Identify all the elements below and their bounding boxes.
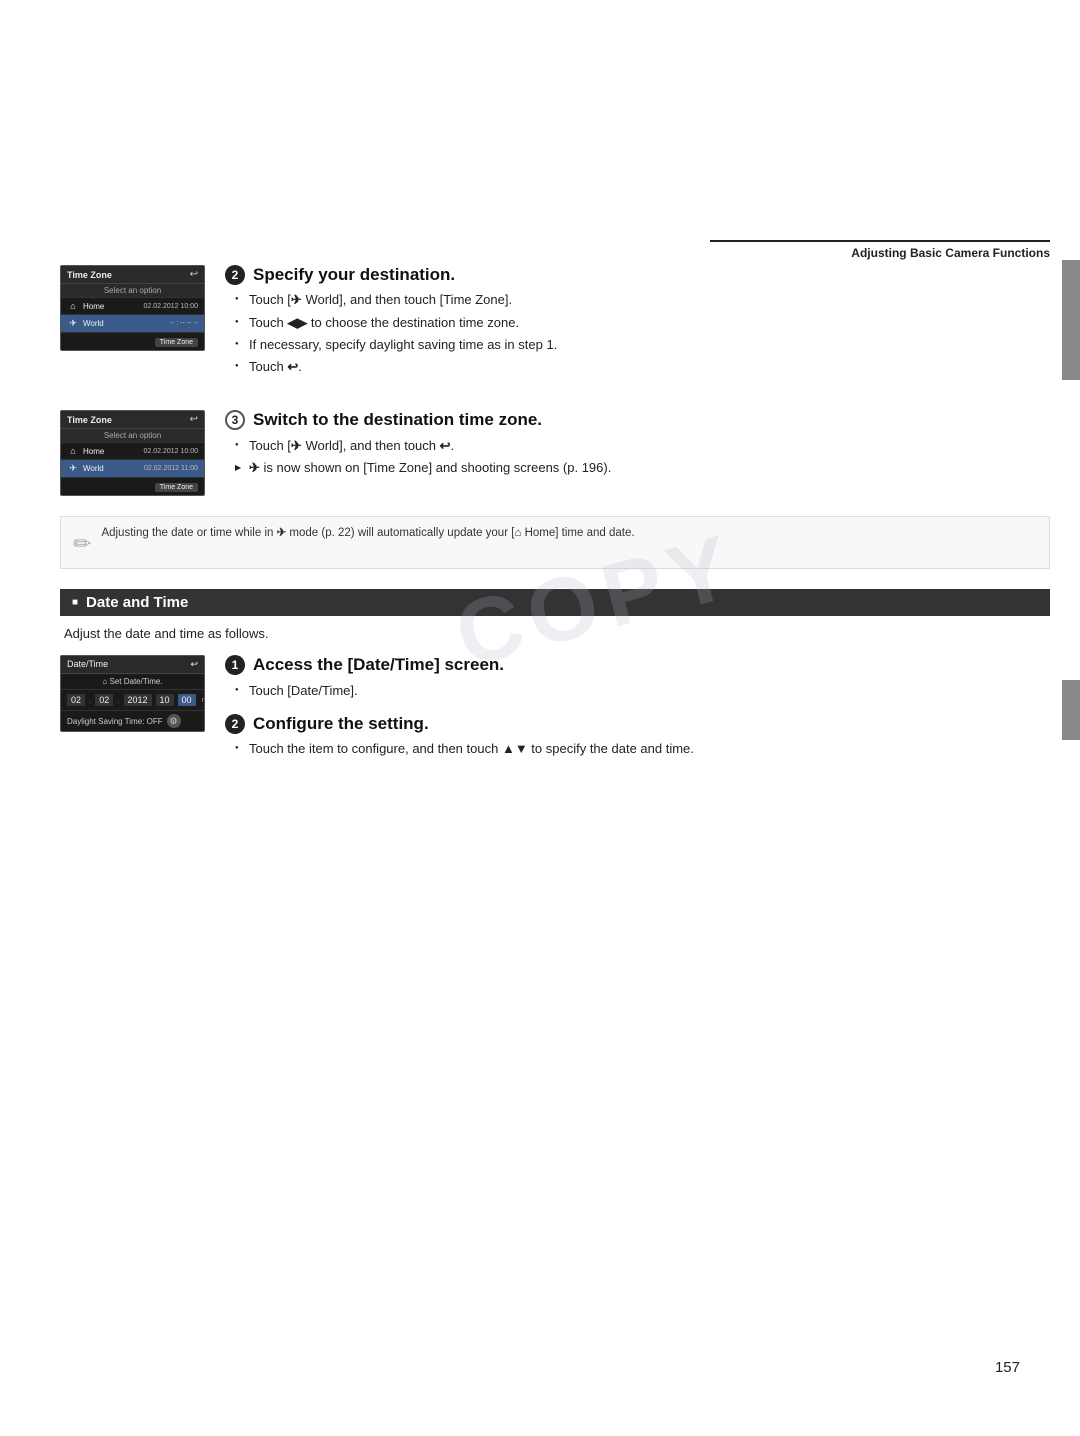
datetime-step1-number: 1	[225, 655, 245, 675]
datetime-step1-title: Access the [Date/Time] screen.	[253, 655, 504, 675]
cam-ui-2-btn: Time Zone	[155, 338, 198, 347]
right-tab-top	[1062, 260, 1080, 380]
dt-set-row: ⌂ Set Date/Time.	[61, 674, 204, 690]
cam-ui-3-btn: Time Zone	[155, 483, 198, 492]
cam-ui-2-row-world: ✈ World -- : -- -- --	[61, 315, 204, 333]
datetime-step1: 1 Access the [Date/Time] screen. Touch […	[225, 655, 1050, 700]
datetime-step2-heading: 2 Configure the setting.	[225, 714, 1050, 734]
cam-ui-3-back: ↩	[190, 414, 198, 425]
note-pencil-icon: ✏	[73, 527, 91, 560]
step2-instructions: 2 Specify your destination. Touch [✈ Wor…	[225, 265, 1050, 380]
cam-ui-3-row-home: ⌂ Home 02.02.2012 10:00	[61, 443, 204, 460]
note-box: ✏ Adjusting the date or time while in ✈ …	[60, 516, 1050, 569]
right-tab-bottom	[1062, 680, 1080, 740]
dt-title: Date/Time	[67, 659, 108, 670]
step2-bullet-3: If necessary, specify daylight saving ti…	[235, 336, 1050, 354]
dt-saving-icon: ⚙	[167, 714, 181, 728]
step2-title: Specify your destination.	[253, 265, 455, 285]
datetime-step2-bullets: Touch the item to configure, and then to…	[235, 740, 1050, 758]
note-text: Adjusting the date or time while in ✈ mo…	[101, 525, 634, 560]
screenshot-box-2: Time Zone ↩ Select an option ⌂ Home 02.0…	[60, 265, 205, 380]
step3-number: 3	[225, 410, 245, 430]
step2-bullet-2: Touch ◀▶ to choose the destination time …	[235, 314, 1050, 332]
cam-ui-2-title: Time Zone	[67, 270, 112, 280]
date-time-section: ■ Date and Time Adjust the date and time…	[60, 589, 1050, 762]
datetime-step2-number: 2	[225, 714, 245, 734]
section-specify-destination: Time Zone ↩ Select an option ⌂ Home 02.0…	[60, 265, 1050, 380]
step2-bullet-4: Touch ↩.	[235, 358, 1050, 376]
cam-ui-2: Time Zone ↩ Select an option ⌂ Home 02.0…	[60, 265, 205, 351]
step2-heading-row: 2 Specify your destination.	[225, 265, 1050, 285]
step3-bullet-2: ✈ is now shown on [Time Zone] and shooti…	[235, 459, 1050, 477]
dt-back-icon: ↩	[190, 659, 198, 670]
step2-number: 2	[225, 265, 245, 285]
step2-bullets: Touch [✈ World], and then touch [Time Zo…	[235, 291, 1050, 376]
dt-year: 2012	[124, 694, 152, 706]
cam-ui-2-row-home: ⌂ Home 02.02.2012 10:00	[61, 298, 204, 315]
datetime-step2-title: Configure the setting.	[253, 714, 429, 734]
section-switch-timezone: Time Zone ↩ Select an option ⌂ Home 02.0…	[60, 410, 1050, 496]
cam-ui-2-footer: Time Zone	[61, 333, 204, 350]
datetime-step1-heading: 1 Access the [Date/Time] screen.	[225, 655, 1050, 675]
datetime-step1-bullets: Touch [Date/Time].	[235, 682, 1050, 700]
page-number: 157	[995, 1359, 1020, 1376]
step3-bullet-1: Touch [✈ World], and then touch ↩.	[235, 437, 1050, 455]
page: COPY Adjusting Basic Camera Functions Ti…	[0, 0, 1080, 1436]
step3-instructions: 3 Switch to the destination time zone. T…	[225, 410, 1050, 496]
world-icon-3: ✈	[67, 463, 79, 474]
datetime-ui: Date/Time ↩ ⌂ Set Date/Time. 02 . 02 . 2…	[60, 655, 205, 732]
dt-month: 02	[67, 694, 85, 706]
datetime-step1-bullet-1: Touch [Date/Time].	[235, 682, 1050, 700]
dt-saving-text: Daylight Saving Time: OFF	[67, 717, 163, 726]
cam-ui-3-row-world: ✈ World 02.02.2012 11:00	[61, 460, 204, 478]
step2-bullet-1: Touch [✈ World], and then touch [Time Zo…	[235, 291, 1050, 309]
step3-bullets: Touch [✈ World], and then touch ↩. ✈ is …	[235, 437, 1050, 477]
home-icon-2: ⌂	[67, 301, 79, 311]
screenshot-box-3: Time Zone ↩ Select an option ⌂ Home 02.0…	[60, 410, 205, 496]
cam-ui-3-title: Time Zone	[67, 415, 112, 425]
cam-ui-3-header: Time Zone ↩	[61, 411, 204, 429]
section-header-bar: ■ Date and Time	[60, 589, 1050, 616]
header-title: Adjusting Basic Camera Functions	[851, 246, 1050, 260]
section-subtitle: Adjust the date and time as follows.	[64, 626, 1050, 641]
datetime-screenshot-box: Date/Time ↩ ⌂ Set Date/Time. 02 . 02 . 2…	[60, 655, 205, 762]
section-bar-icon: ■	[72, 597, 78, 608]
bottom-sections: Date/Time ↩ ⌂ Set Date/Time. 02 . 02 . 2…	[60, 655, 1050, 762]
dt-hour: 10	[156, 694, 174, 706]
cam-ui-3-subtitle: Select an option	[61, 429, 204, 443]
content-area: Time Zone ↩ Select an option ⌂ Home 02.0…	[60, 265, 1050, 782]
step3-title: Switch to the destination time zone.	[253, 410, 542, 430]
dt-minute: 00	[178, 694, 196, 706]
cam-ui-2-subtitle: Select an option	[61, 284, 204, 298]
dt-day: 02	[95, 694, 113, 706]
cam-ui-2-header: Time Zone ↩	[61, 266, 204, 284]
world-icon-2: ✈	[67, 318, 79, 329]
section-bar-title: Date and Time	[86, 594, 188, 611]
dt-format: mm/dd/yy	[202, 697, 205, 704]
datetime-step2: 2 Configure the setting. Touch the item …	[225, 714, 1050, 759]
datetime-step2-bullet-1: Touch the item to configure, and then to…	[235, 740, 1050, 758]
step3-heading-row: 3 Switch to the destination time zone.	[225, 410, 1050, 430]
page-header: Adjusting Basic Camera Functions	[710, 240, 1050, 260]
cam-ui-3-footer: Time Zone	[61, 478, 204, 495]
dt-date-row: 02 . 02 . 2012 10 00 mm/dd/yy	[61, 690, 204, 711]
cam-ui-3: Time Zone ↩ Select an option ⌂ Home 02.0…	[60, 410, 205, 496]
datetime-steps: 1 Access the [Date/Time] screen. Touch […	[225, 655, 1050, 762]
cam-ui-2-back: ↩	[190, 269, 198, 280]
dt-header: Date/Time ↩	[61, 656, 204, 674]
dt-saving-row: Daylight Saving Time: OFF ⚙	[61, 711, 204, 731]
home-icon-3: ⌂	[67, 446, 79, 456]
